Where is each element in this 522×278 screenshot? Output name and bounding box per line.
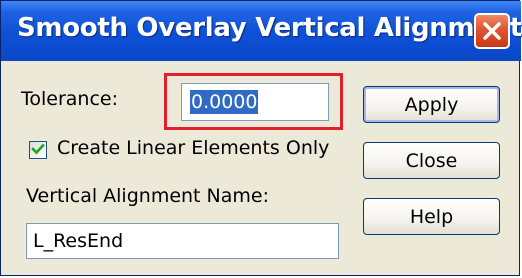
close-button[interactable]: Close bbox=[363, 142, 500, 179]
alignment-name-label: Vertical Alignment Name: bbox=[26, 185, 270, 207]
help-button[interactable]: Help bbox=[363, 198, 500, 235]
dialog-title: Smooth Overlay Vertical Alignment bbox=[17, 13, 522, 43]
create-linear-label[interactable]: Create Linear Elements Only bbox=[57, 137, 329, 159]
tolerance-value: 0.0000 bbox=[190, 90, 259, 114]
close-icon bbox=[482, 21, 502, 41]
tolerance-input[interactable]: 0.0000 bbox=[181, 83, 329, 121]
create-linear-checkbox[interactable] bbox=[29, 141, 47, 159]
close-window-button[interactable] bbox=[474, 13, 510, 49]
dialog-window: Smooth Overlay Vertical Alignment Tolera… bbox=[0, 0, 522, 276]
title-bar[interactable]: Smooth Overlay Vertical Alignment bbox=[1, 1, 522, 61]
alignment-name-value: L_ResEnd bbox=[33, 230, 124, 252]
apply-button[interactable]: Apply bbox=[363, 86, 500, 123]
checkmark-icon bbox=[31, 141, 45, 160]
tolerance-label: Tolerance: bbox=[21, 88, 119, 110]
alignment-name-input[interactable]: L_ResEnd bbox=[26, 223, 339, 259]
